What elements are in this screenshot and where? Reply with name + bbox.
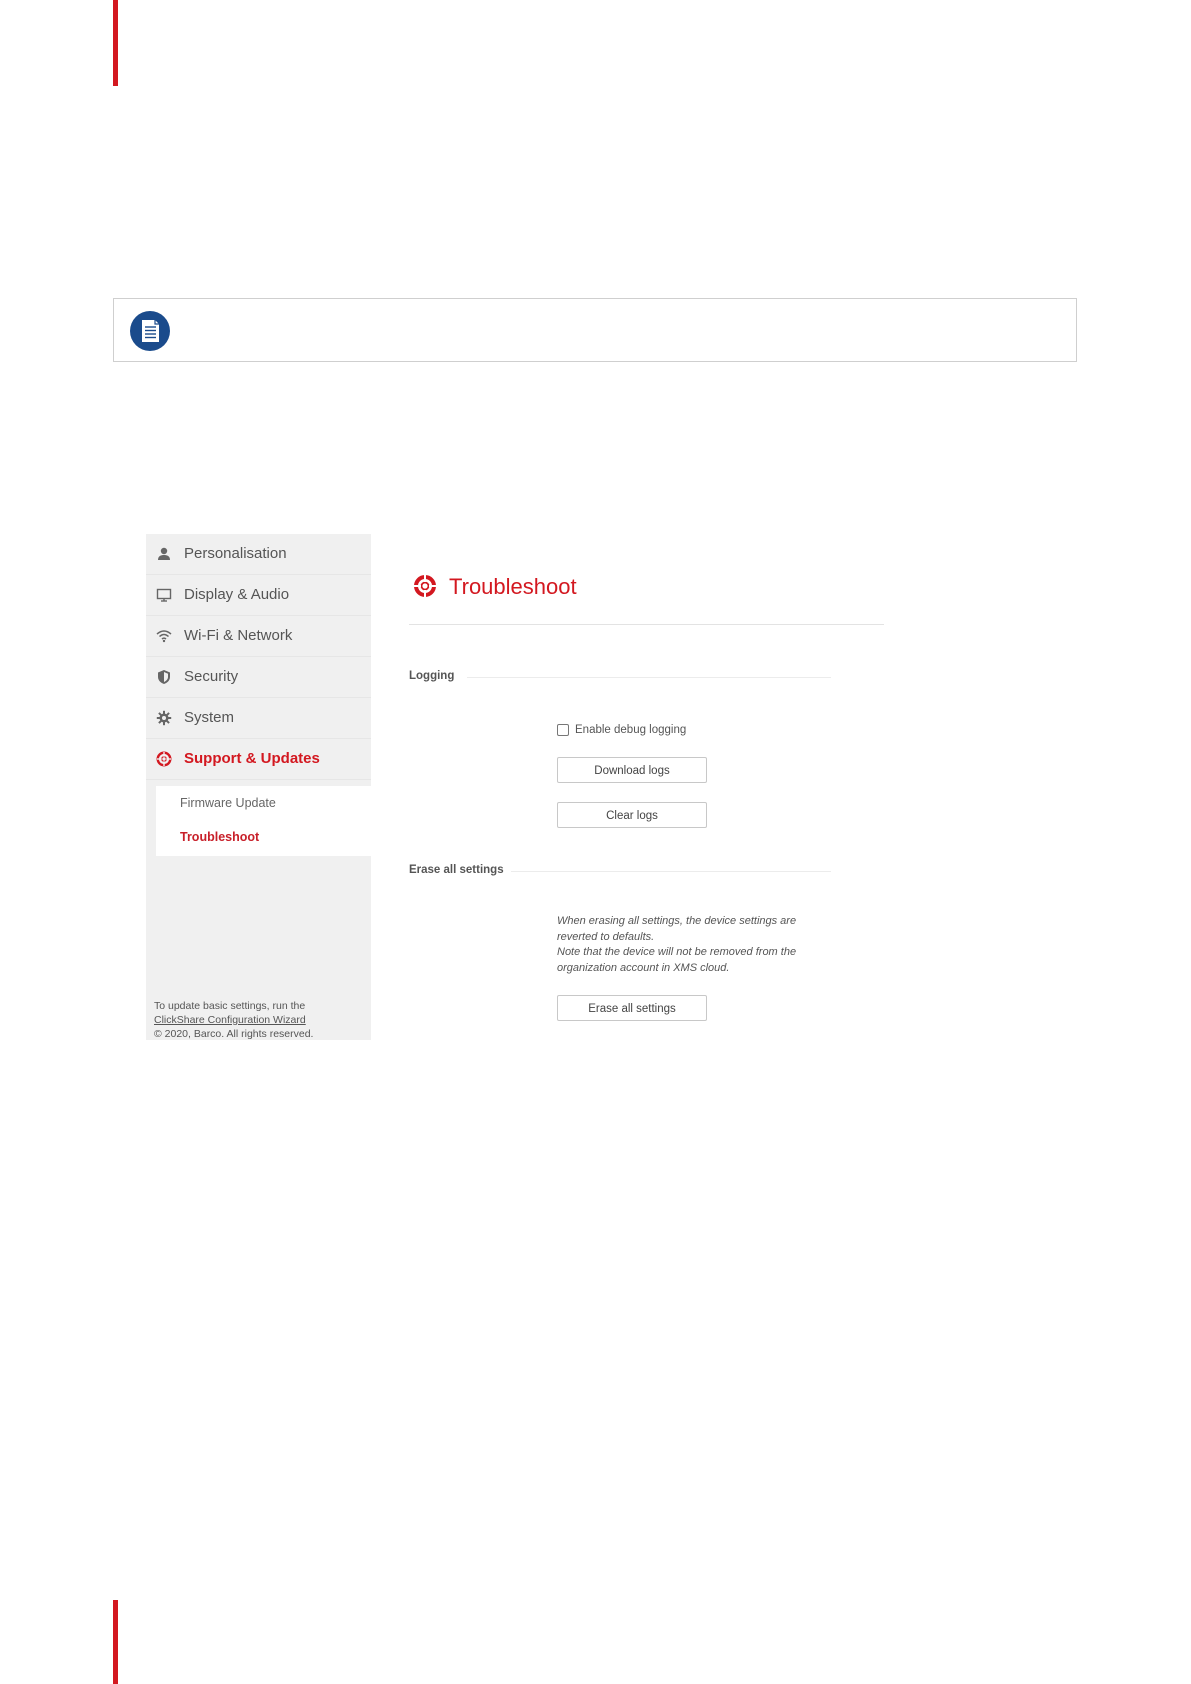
main-content: Troubleshoot Logging Enable debug loggin… bbox=[371, 534, 906, 1040]
erase-description: When erasing all settings, the device se… bbox=[557, 914, 827, 976]
sidebar-item-label: Personalisation bbox=[184, 545, 287, 562]
sidebar-item-system[interactable]: System bbox=[146, 698, 371, 739]
sidebar-item-label: System bbox=[184, 709, 235, 726]
sidebar: Personalisation Display & Audio Wi-Fi & … bbox=[146, 534, 371, 1040]
settings-screenshot: Personalisation Display & Audio Wi-Fi & … bbox=[146, 534, 906, 1040]
sidebar-item-label: Security bbox=[184, 668, 239, 685]
erase-section-label: Erase all settings bbox=[409, 864, 504, 876]
sidebar-item-security[interactable]: Security bbox=[146, 657, 371, 698]
wifi-icon bbox=[156, 630, 172, 643]
sidebar-item-wifi-network[interactable]: Wi-Fi & Network bbox=[146, 616, 371, 657]
note-icon bbox=[130, 311, 170, 351]
monitor-icon bbox=[156, 588, 172, 602]
sidebar-item-label: Support & Updates bbox=[184, 750, 320, 767]
erase-all-settings-button[interactable]: Erase all settings bbox=[557, 995, 707, 1021]
clear-logs-button[interactable]: Clear logs bbox=[557, 802, 707, 828]
logging-section-label: Logging bbox=[409, 670, 455, 682]
erase-description-line-2: Note that the device will not be removed… bbox=[557, 946, 797, 974]
subnav-item-troubleshoot[interactable]: Troubleshoot bbox=[180, 830, 259, 844]
erase-divider bbox=[511, 871, 831, 872]
sidebar-item-support-updates[interactable]: Support & Updates bbox=[146, 739, 371, 780]
copyright-text: © 2020, Barco. All rights reserved. bbox=[154, 1028, 314, 1040]
logging-divider bbox=[467, 677, 831, 678]
sidebar-item-label: Wi-Fi & Network bbox=[184, 627, 293, 644]
page-title: Troubleshoot bbox=[449, 574, 577, 599]
download-logs-button[interactable]: Download logs bbox=[557, 757, 707, 783]
title-divider bbox=[409, 624, 884, 625]
erase-description-line-1: When erasing all settings, the device se… bbox=[557, 915, 797, 943]
lifebuoy-icon bbox=[414, 575, 436, 597]
note-box bbox=[113, 298, 1077, 362]
subnav-item-firmware-update[interactable]: Firmware Update bbox=[180, 796, 276, 810]
debug-logging-label: Enable debug logging bbox=[575, 724, 687, 736]
sidebar-subnav: Firmware Update Troubleshoot bbox=[156, 786, 371, 856]
page-margin-marker-bottom bbox=[113, 1600, 118, 1684]
user-icon bbox=[158, 547, 170, 560]
sidebar-item-label: Display & Audio bbox=[184, 586, 290, 603]
checkbox-box[interactable] bbox=[557, 724, 569, 736]
debug-logging-checkbox[interactable]: Enable debug logging bbox=[557, 724, 686, 736]
sidebar-footer: To update basic settings, run the ClickS… bbox=[154, 999, 369, 1040]
configuration-wizard-link[interactable]: ClickShare Configuration Wizard bbox=[154, 1013, 369, 1027]
sidebar-item-personalisation[interactable]: Personalisation bbox=[146, 534, 371, 575]
lifebuoy-icon bbox=[156, 751, 172, 767]
shield-icon bbox=[158, 670, 170, 684]
gear-icon bbox=[156, 710, 172, 726]
sidebar-item-display-audio[interactable]: Display & Audio bbox=[146, 575, 371, 616]
footer-text: To update basic settings, run the bbox=[154, 1000, 306, 1012]
page-margin-marker-top bbox=[113, 0, 118, 86]
